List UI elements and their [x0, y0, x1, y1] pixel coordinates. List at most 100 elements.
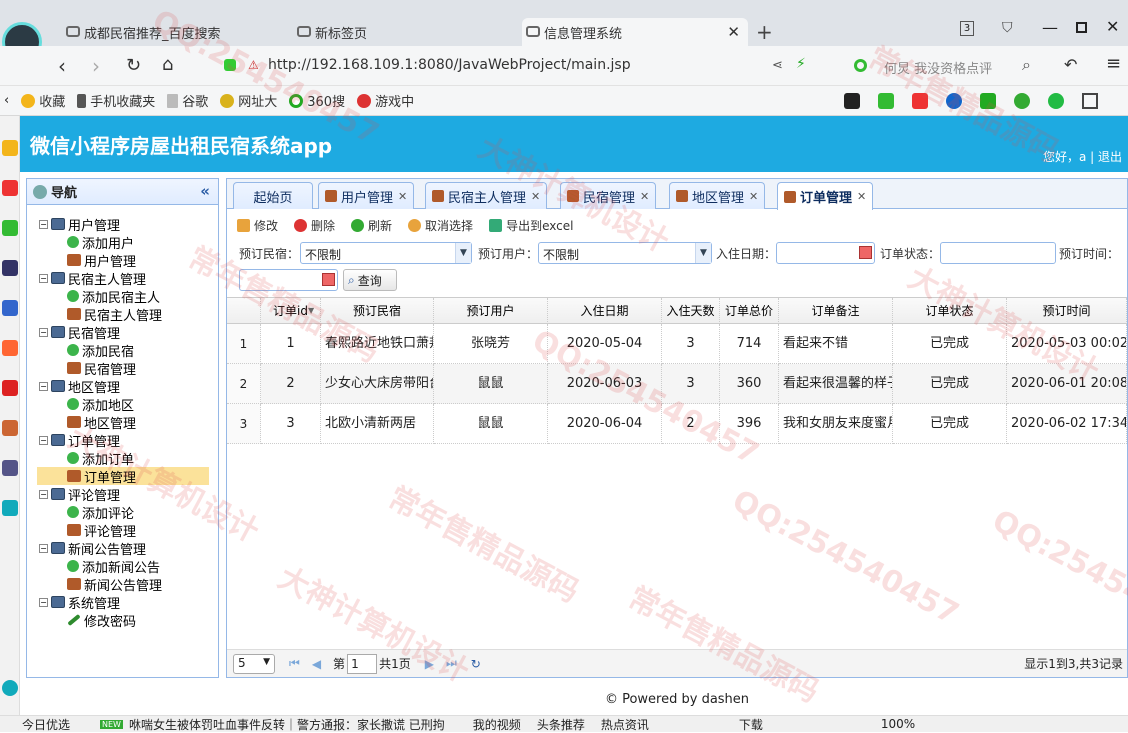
nav-item[interactable]: 添加用户 [67, 233, 134, 252]
nav-group[interactable]: − 新闻公告管理 [39, 539, 146, 558]
mail-side-icon[interactable] [2, 220, 18, 236]
table-cell[interactable]: 2020-06-01 20:08 [1007, 364, 1127, 404]
bookmark-games[interactable]: 游戏中 [357, 91, 414, 110]
prev-page-icon[interactable]: ◀ [312, 657, 321, 671]
table-cell[interactable]: 看起来很温馨的样子 [779, 364, 893, 404]
collapse-toggle-icon[interactable]: − [39, 273, 48, 283]
tab-user-manage[interactable]: 用户管理 ✕ [318, 182, 415, 209]
nav-group[interactable]: − 订单管理 [39, 431, 120, 450]
table-header[interactable]: 预订民宿 [321, 298, 434, 324]
table-cell[interactable]: 2 [662, 404, 720, 444]
chevron-down-icon[interactable]: ▼ [695, 243, 711, 263]
bookmark-favorites[interactable]: 收藏 [21, 91, 65, 110]
table-header[interactable]: 入住天数 [662, 298, 720, 324]
delete-button[interactable]: 删除 [294, 217, 335, 234]
bookmark-mobile[interactable]: 手机收藏夹 [77, 91, 155, 110]
next-page-icon[interactable]: ▶ [425, 657, 434, 671]
table-cell[interactable]: 已完成 [893, 364, 1007, 404]
nav-item[interactable]: 添加地区 [67, 395, 134, 414]
search-engine-icon[interactable] [854, 59, 867, 72]
bookmark-collapse-icon[interactable]: ‹ [4, 93, 9, 108]
nav-group[interactable]: − 民宿管理 [39, 323, 120, 342]
tab-homestay-manage[interactable]: 民宿管理 ✕ [560, 182, 657, 209]
tab-count-badge[interactable]: 3 [960, 21, 974, 36]
status-filter-input[interactable] [940, 242, 1056, 264]
chevron-down-icon[interactable]: ▼ [263, 657, 270, 667]
game-side-icon[interactable] [2, 420, 18, 436]
table-cell[interactable]: 春熙路近地铁口萧邦 [321, 324, 434, 364]
castle-side-icon[interactable] [2, 460, 18, 476]
close-tab-icon[interactable]: ✕ [640, 190, 649, 203]
status-item[interactable]: 下载 [739, 716, 763, 733]
new-tab-icon[interactable]: + [756, 20, 773, 44]
nav-group[interactable]: − 用户管理 [39, 215, 120, 234]
nav-group[interactable]: − 系统管理 [39, 593, 120, 612]
collapse-toggle-icon[interactable]: − [39, 327, 48, 337]
collapse-toggle-icon[interactable]: − [39, 543, 48, 553]
unselect-button[interactable]: 取消选择 [408, 217, 473, 234]
share-side-icon[interactable] [2, 680, 18, 696]
nav-item[interactable]: 用户管理 [67, 251, 136, 270]
tab-order-manage[interactable]: 订单管理 ✕ [777, 182, 874, 210]
close-tab-icon[interactable]: ✕ [531, 190, 540, 203]
table-cell[interactable]: 鼠鼠 [434, 404, 548, 444]
page-input[interactable]: 1 [347, 653, 378, 674]
refresh-button[interactable]: 刷新 [351, 217, 392, 234]
nav-item[interactable]: 添加评论 [67, 503, 134, 522]
table-header[interactable]: 订单总价 [720, 298, 779, 324]
nav-item[interactable]: 民宿主人管理 [67, 305, 162, 324]
status-item[interactable]: 今日优选 [22, 716, 70, 733]
collapse-toggle-icon[interactable]: − [39, 381, 48, 391]
cyan-side-icon[interactable] [2, 500, 18, 516]
browser-tab-active[interactable]: 信息管理系统 ✕ [522, 18, 748, 46]
edit-button[interactable]: 修改 [237, 217, 278, 234]
table-header[interactable]: 订单状态 [893, 298, 1007, 324]
nav-item[interactable]: 新闻公告管理 [67, 575, 162, 594]
maximize-icon[interactable] [1076, 22, 1087, 33]
weibo-side-icon[interactable] [2, 180, 18, 196]
calendar-icon[interactable] [859, 246, 872, 259]
close-tab-icon[interactable]: ✕ [857, 190, 866, 203]
nav-group[interactable]: − 评论管理 [39, 485, 120, 504]
tab-start[interactable]: 起始页 [233, 182, 313, 209]
status-item[interactable]: 热点资讯 [601, 716, 649, 733]
table-cell[interactable]: 我和女朋友来度蜜月 [779, 404, 893, 444]
bookmark-directory[interactable]: 网址大 [220, 91, 277, 110]
reload-icon[interactable]: ↻ [471, 657, 481, 671]
table-cell[interactable]: 2020-05-04 [548, 324, 662, 364]
status-news-ticker[interactable]: 咻喘女生被体罚吐血事件反转｜警方通报：家长撒谎 已刑拘 [129, 716, 445, 733]
doc-side-icon[interactable] [2, 300, 18, 316]
status-item[interactable]: 头条推荐 [537, 716, 585, 733]
menu-icon[interactable]: ≡ [1106, 53, 1121, 74]
status-item[interactable]: 我的视频 [473, 716, 521, 733]
table-cell[interactable]: 3 [261, 404, 321, 444]
chevron-down-icon[interactable]: ▼ [455, 243, 471, 263]
user-info-logout[interactable]: 您好，a | 退出 [1043, 148, 1122, 165]
red-side-icon[interactable] [2, 380, 18, 396]
nav-item[interactable]: 民宿管理 [67, 359, 136, 378]
minimize-icon[interactable]: — [1042, 18, 1058, 37]
export-excel-button[interactable]: 导出到excel [489, 217, 573, 234]
row-number[interactable]: 1 [227, 324, 261, 364]
tab-host-manage[interactable]: 民宿主人管理 ✕ [425, 182, 548, 209]
bookmark-google[interactable]: 谷歌 [167, 91, 208, 110]
nav-item[interactable]: 添加民宿 [67, 341, 134, 360]
page-size-select[interactable]: 5 ▼ [233, 653, 275, 674]
star-side-icon[interactable] [2, 140, 18, 156]
first-page-icon[interactable]: ⏮ [289, 656, 300, 671]
promo-side-icon[interactable] [2, 340, 18, 356]
collapse-toggle-icon[interactable]: − [39, 219, 48, 229]
collapse-toggle-icon[interactable]: − [39, 435, 48, 445]
nav-item[interactable]: 评论管理 [67, 521, 136, 540]
lightning-icon[interactable]: ⚡ [796, 56, 806, 72]
table-cell[interactable]: 2020-05-03 00:02 [1007, 324, 1127, 364]
zoom-level[interactable]: 100% [881, 717, 915, 731]
undo-icon[interactable]: ↶ [1064, 55, 1077, 74]
table-cell[interactable]: 396 [720, 404, 779, 444]
nav-item[interactable]: 订单管理 [37, 467, 209, 486]
browser-tab[interactable]: 新标签页 [293, 18, 515, 46]
close-tab-icon[interactable]: ✕ [398, 190, 407, 203]
calendar-icon[interactable] [322, 273, 335, 286]
nav-item[interactable]: 添加新闻公告 [67, 557, 160, 576]
order-time-input[interactable] [239, 269, 338, 291]
